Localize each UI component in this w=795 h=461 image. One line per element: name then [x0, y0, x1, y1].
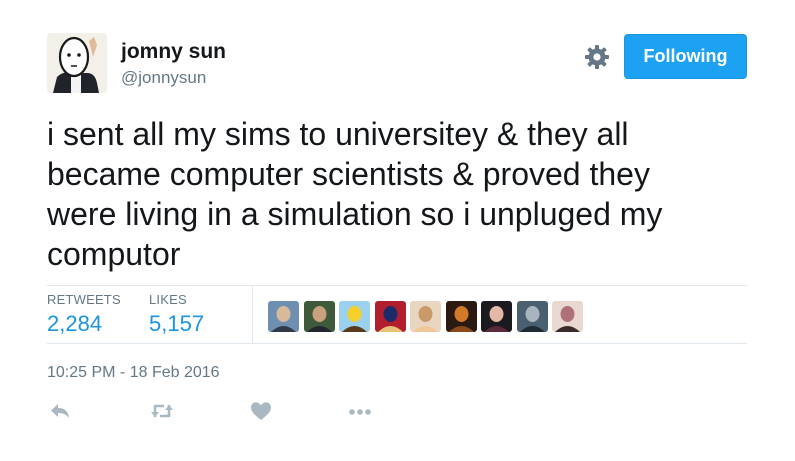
more-dots-icon[interactable] — [347, 401, 373, 426]
gear-icon[interactable] — [584, 44, 610, 70]
liker-avatar[interactable] — [481, 301, 512, 332]
following-button[interactable]: Following — [624, 34, 747, 79]
liker-avatar[interactable] — [517, 301, 548, 332]
retweets-stat[interactable]: RETWEETS 2,284 — [47, 292, 121, 337]
heart-icon[interactable] — [250, 401, 272, 426]
author-handle[interactable]: @jonnysun — [121, 68, 206, 88]
divider — [47, 285, 747, 286]
author-name[interactable]: jomny sun — [121, 40, 226, 64]
tweet-text-line: i sent all my sims to universitey & they… — [47, 116, 629, 152]
liker-avatar[interactable] — [446, 301, 477, 332]
liker-avatar[interactable] — [304, 301, 335, 332]
retweets-count[interactable]: 2,284 — [47, 311, 121, 337]
likes-count[interactable]: 5,157 — [149, 311, 204, 337]
retweets-label: RETWEETS — [47, 292, 121, 307]
tweet-timestamp[interactable]: 10:25 PM - 18 Feb 2016 — [47, 364, 220, 382]
liker-avatar[interactable] — [410, 301, 441, 332]
tweet-text-line: computor — [47, 236, 181, 272]
likes-label: LIKES — [149, 292, 187, 307]
liker-avatar[interactable] — [268, 301, 299, 332]
reply-icon[interactable] — [49, 401, 71, 426]
divider — [47, 343, 747, 344]
liker-avatar[interactable] — [339, 301, 370, 332]
tweet-text-line: were living in a simulation so i unpluge… — [47, 196, 663, 232]
avatar[interactable] — [47, 33, 107, 93]
avatar-image — [47, 33, 107, 93]
liker-avatar[interactable] — [375, 301, 406, 332]
liker-avatar[interactable] — [552, 301, 583, 332]
likes-stat[interactable]: LIKES 5,157 — [149, 292, 204, 337]
tweet-text: i sent all my sims to universitey & they… — [47, 114, 757, 274]
divider — [252, 286, 253, 343]
retweet-icon[interactable] — [150, 401, 174, 426]
tweet-text-line: became computer scientists & proved they — [47, 156, 650, 192]
